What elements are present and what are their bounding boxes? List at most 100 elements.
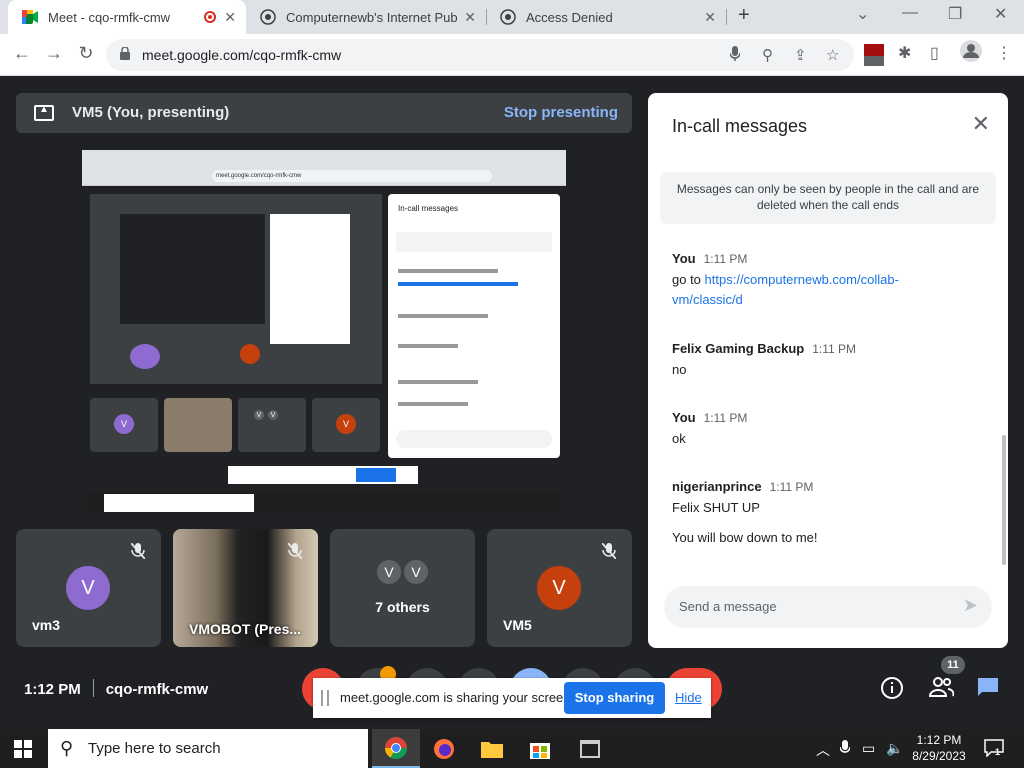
taskbar-clock[interactable]: 1:12 PM 8/29/2023 [906,732,972,764]
back-icon[interactable]: ← [10,43,34,64]
message-sender: You [672,410,696,425]
extensions-puzzle-icon[interactable]: ✱ [898,43,911,63]
participant-tile-vm3[interactable]: V vm3 [16,529,161,647]
present-screen-icon [34,104,54,121]
taskbar-chrome[interactable] [372,729,420,768]
meet-stage: VM5 (You, presenting) Stop presenting me… [0,77,1024,729]
chat-message: You 1:11 PM go to https://computernewb.co… [672,251,899,310]
close-tab-icon[interactable]: ✕ [224,9,236,26]
reload-icon[interactable]: ↻ [74,43,98,64]
taskbar-store[interactable] [516,729,564,768]
message-time: 1:11 PM [769,480,814,494]
tab-internet-pub[interactable]: Computernewb's Internet Pub Hub ✕ [246,0,486,34]
hide-banner-link[interactable]: Hide [675,690,702,705]
meeting-details: 1:12 PM cqo-rmfk-cmw [24,679,208,698]
chat-scrollbar[interactable] [1002,435,1006,565]
close-tab-icon[interactable]: ✕ [704,9,716,26]
participant-tile-others[interactable]: V V 7 others [330,529,475,647]
minimize-icon[interactable]: — [902,4,918,22]
message-time: 1:11 PM [812,342,857,356]
mic-off-icon [287,542,303,562]
computernewb-icon [260,9,276,25]
clock-time: 1:12 PM [916,733,962,747]
participant-name: VM5 [503,617,532,633]
share-icon[interactable]: ⇪ [794,46,807,64]
forward-icon[interactable]: → [42,43,66,64]
taskbar-firefox[interactable] [420,729,468,768]
tab-access-denied[interactable]: Access Denied ✕ [486,0,726,34]
search-placeholder: Type here to search [88,740,221,757]
search-icon: ⚲ [60,738,74,758]
chat-message: Felix Gaming Backup 1:11 PM no [672,341,856,380]
taskbar-file-explorer[interactable] [468,729,516,768]
preview-tiles: V VV V [90,398,382,452]
restore-icon[interactable]: ❐ [948,4,962,24]
meeting-info-icon[interactable] [880,676,904,706]
participant-tile-vmobot[interactable]: VMOBOT (Pres... [173,529,318,647]
new-tab-icon[interactable]: + [738,4,750,27]
message-time: 1:11 PM [703,252,748,266]
participants-count-badge: 11 [941,656,965,674]
close-tab-icon[interactable]: ✕ [464,9,476,26]
chat-notice: Messages can only be seen by people in t… [660,172,996,224]
participant-name: vm3 [32,617,61,633]
stop-presenting-button[interactable]: Stop presenting [504,104,618,121]
message-text: Felix SHUT UP [672,500,760,515]
preview-url: meet.google.com/cqo-rmfk-cmw [212,170,492,182]
microphone-icon[interactable] [729,46,741,66]
message-link[interactable]: https://computernewb.com/collab- [705,272,899,287]
close-icon[interactable]: ✕ [972,111,990,137]
notifications-icon[interactable] [984,739,1004,762]
participant-tile-vm5[interactable]: V VM5 [487,529,632,647]
microphone-icon[interactable] [839,740,851,759]
taskbar-search-input[interactable]: ⚲ Type here to search [48,729,368,768]
preview-meet-body: In-call messages V VV V [82,186,566,492]
message-sender: You [672,251,696,266]
send-message-input[interactable]: Send a message ➤ [664,586,992,628]
tab-title: Access Denied [526,9,613,25]
stop-sharing-button[interactable]: Stop sharing [564,682,665,714]
mic-off-icon [130,542,146,562]
meeting-time: 1:12 PM [24,681,81,698]
clock-date: 8/29/2023 [912,749,966,763]
preview-nested-screen [90,194,382,384]
extension-calendar-icon[interactable] [864,44,884,71]
show-hidden-icons[interactable]: ︿ [816,740,830,760]
meet-control-bar: 1:12 PM cqo-rmfk-cmw meet.google.com is s… [0,652,1024,729]
chrome-icon [385,736,407,759]
windows-start-icon[interactable] [14,740,32,763]
tab-title: Computernewb's Internet Pub Hub [286,9,460,25]
network-icon[interactable]: ▭ [862,740,875,757]
message-text: ok [672,431,686,446]
preview-chat-title: In-call messages [398,204,459,213]
chat-icon[interactable] [976,676,1000,704]
volume-icon[interactable]: 🔈 [886,740,903,757]
send-icon[interactable]: ➤ [963,595,978,616]
profile-avatar-icon[interactable] [960,40,982,67]
notification-count: 1 [995,747,1001,757]
message-text: no [672,362,687,377]
taskbar-app[interactable] [566,729,614,768]
address-bar[interactable]: meet.google.com/cqo-rmfk-cmw ⚲ ⇪ ☆ [106,39,854,71]
chat-message: You 1:11 PM ok [672,410,747,449]
zoom-icon[interactable]: ⚲ [762,46,773,64]
menu-kebab-icon[interactable]: ⋮ [996,43,1012,63]
computernewb-icon [500,9,516,25]
message-time: 1:11 PM [703,411,748,425]
message-link[interactable]: vm/classic/d [672,292,743,307]
browser-toolbar: ← → ↻ meet.google.com/cqo-rmfk-cmw ⚲ ⇪ ☆… [0,34,1024,100]
tab-search-icon[interactable]: ⌄ [856,4,869,24]
share-banner-text: meet.google.com is sharing your screen. [340,690,575,705]
url-text: meet.google.com/cqo-rmfk-cmw [142,47,342,63]
meeting-code: cqo-rmfk-cmw [105,681,209,698]
app-window-icon [580,739,600,758]
avatar: V [66,566,110,610]
google-meet-icon [22,9,38,25]
close-window-icon[interactable]: ✕ [994,4,1007,24]
drag-handle-icon[interactable] [321,690,329,706]
bookmark-star-icon[interactable]: ☆ [826,46,839,64]
people-icon[interactable] [928,676,955,704]
store-icon [530,742,550,759]
side-panel-icon[interactable]: ▯ [930,43,939,63]
tab-meet[interactable]: Meet - cqo-rmfk-cmw ✕ [8,0,246,34]
